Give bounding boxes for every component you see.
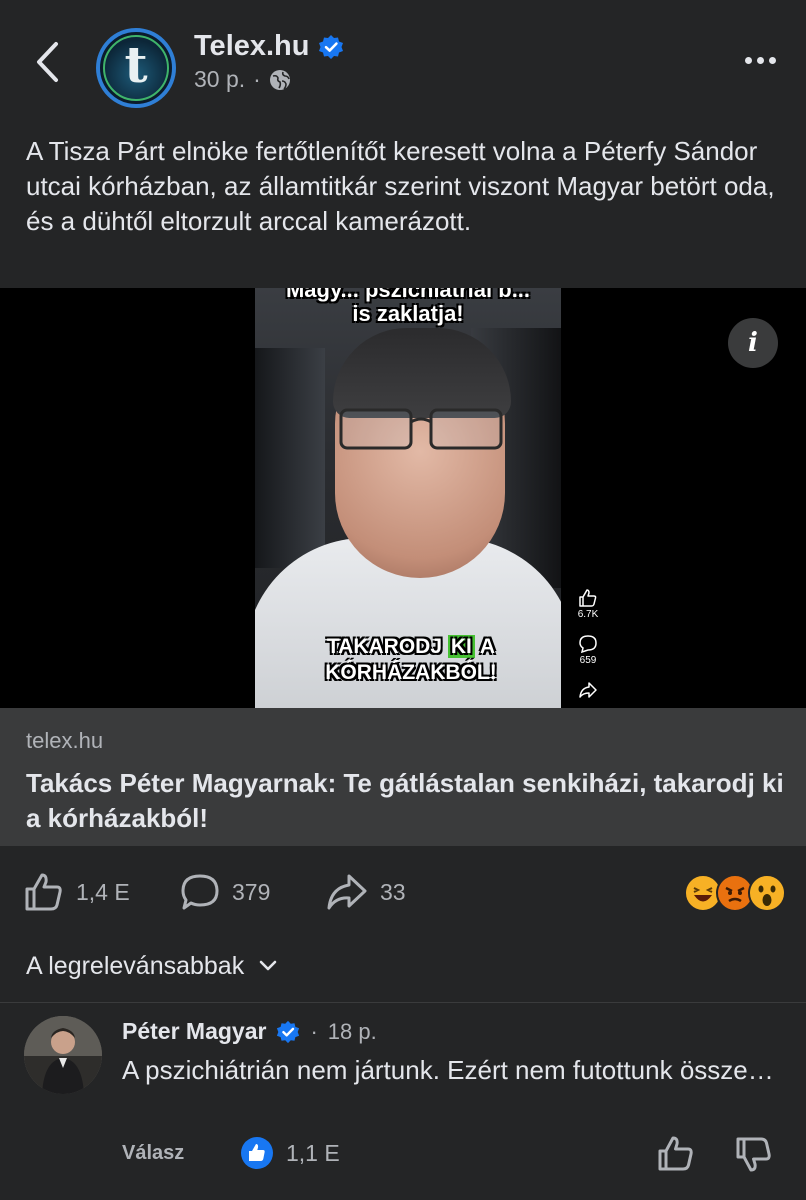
meta-separator: ·	[253, 66, 261, 92]
page-name[interactable]: Telex.hu	[194, 30, 310, 63]
post-text: A Tisza Párt elnöke fertőtlenítőt kerese…	[26, 136, 775, 236]
like-count: 1,4 E	[76, 878, 130, 905]
commenter-avatar[interactable]	[24, 1016, 102, 1094]
post-time[interactable]: 30 p.	[194, 66, 245, 93]
comment-separator: ·	[310, 1018, 318, 1044]
thumbs-up-icon	[25, 873, 62, 911]
video-comment-count: 659	[579, 655, 597, 666]
comment-like-count: 1,1 E	[286, 1139, 340, 1166]
chevron-left-icon	[37, 42, 58, 82]
share-button[interactable]: 33	[326, 862, 406, 922]
caption-word-takarodj: TAKARODJ	[326, 635, 443, 658]
post-meta: 30 p. ·	[194, 66, 291, 93]
comment-button[interactable]: 379	[180, 862, 270, 922]
commenter-name[interactable]: Péter Magyar	[122, 1018, 266, 1045]
video-like-count: 6.7K	[577, 609, 599, 620]
divider	[0, 1002, 806, 1003]
more-dot-icon	[744, 56, 752, 64]
info-icon: i	[748, 328, 758, 358]
profile-photo	[24, 1016, 102, 1094]
share-count: 33	[380, 878, 406, 905]
logo-letter: t	[124, 35, 148, 94]
like-button[interactable]: 1,4 E	[24, 862, 130, 922]
telex-logo: t	[103, 35, 169, 101]
thumbs-down-icon	[736, 1137, 771, 1172]
video-side-actions: 6.7K 659	[568, 588, 608, 700]
verified-badge-icon	[318, 34, 343, 59]
comment-dislike-button[interactable]	[734, 1134, 774, 1174]
more-dot-icon	[768, 56, 776, 64]
caption-word-a: A	[479, 635, 496, 658]
thumbs-up-icon[interactable]	[578, 588, 598, 608]
link-domain: telex.hu	[26, 728, 104, 753]
globe-icon	[269, 69, 290, 90]
comment-bubble-icon	[181, 874, 219, 910]
verified-badge-icon	[277, 1020, 300, 1043]
comment-reaction-summary[interactable]: 1,1 E	[240, 1136, 340, 1170]
comment-text: A pszichiátrián nem jártunk. Ezért nem f…	[122, 1055, 774, 1085]
caption-line-2: is zaklatja!	[352, 301, 464, 326]
comment-time: 18 p.	[327, 1018, 377, 1044]
caption-word-ki: KI	[447, 635, 475, 658]
link-title: Takács Péter Magyarnak: Te gátlástalan s…	[26, 768, 784, 833]
share-arrow-icon	[327, 874, 367, 910]
reaction-summary[interactable]	[684, 874, 786, 912]
share-arrow-icon[interactable]	[578, 680, 598, 700]
chevron-down-icon	[259, 960, 277, 971]
link-preview[interactable]: telex.hu Takács Péter Magyarnak: Te gátl…	[0, 708, 806, 846]
caption-line-1: Magy... pszichiátriai b...	[285, 288, 531, 302]
comment-count: 379	[232, 878, 271, 905]
thumbs-up-icon	[658, 1136, 693, 1171]
wow-reaction-icon	[748, 874, 786, 912]
post-header: t Telex.hu 30 p. ·	[0, 0, 806, 120]
like-reaction-icon	[241, 1137, 273, 1169]
video-container[interactable]: Magy... pszichiátriai b... is zaklatja! …	[0, 288, 806, 708]
comment-bubble-icon[interactable]	[578, 634, 598, 654]
comment-header: Péter Magyar · 18 p.	[122, 1018, 377, 1045]
video-frame[interactable]: Magy... pszichiátriai b... is zaklatja! …	[255, 288, 561, 708]
caption-word-korhazakbol: KÓRHÁZAKBÓL!	[325, 661, 497, 684]
back-button[interactable]	[30, 38, 64, 86]
glasses-icon	[339, 408, 503, 450]
car-interior-left	[255, 348, 325, 568]
sort-label: A legrelevánsabbak	[26, 951, 245, 980]
info-button[interactable]: i	[728, 318, 778, 368]
comment-sort-dropdown[interactable]: A legrelevánsabbak	[26, 946, 278, 986]
comment-like-button[interactable]	[656, 1134, 696, 1174]
reply-button[interactable]: Válasz	[122, 1142, 184, 1165]
video-caption-top: Magy... pszichiátriai b... is zaklatja!	[255, 288, 561, 326]
page-avatar[interactable]: t	[96, 28, 176, 108]
more-dot-icon	[756, 56, 764, 64]
video-caption-bottom: TAKARODJ KI A KÓRHÁZAKBÓL!	[311, 634, 511, 686]
more-options-button[interactable]	[732, 44, 788, 76]
page-name-row: Telex.hu	[194, 30, 344, 63]
